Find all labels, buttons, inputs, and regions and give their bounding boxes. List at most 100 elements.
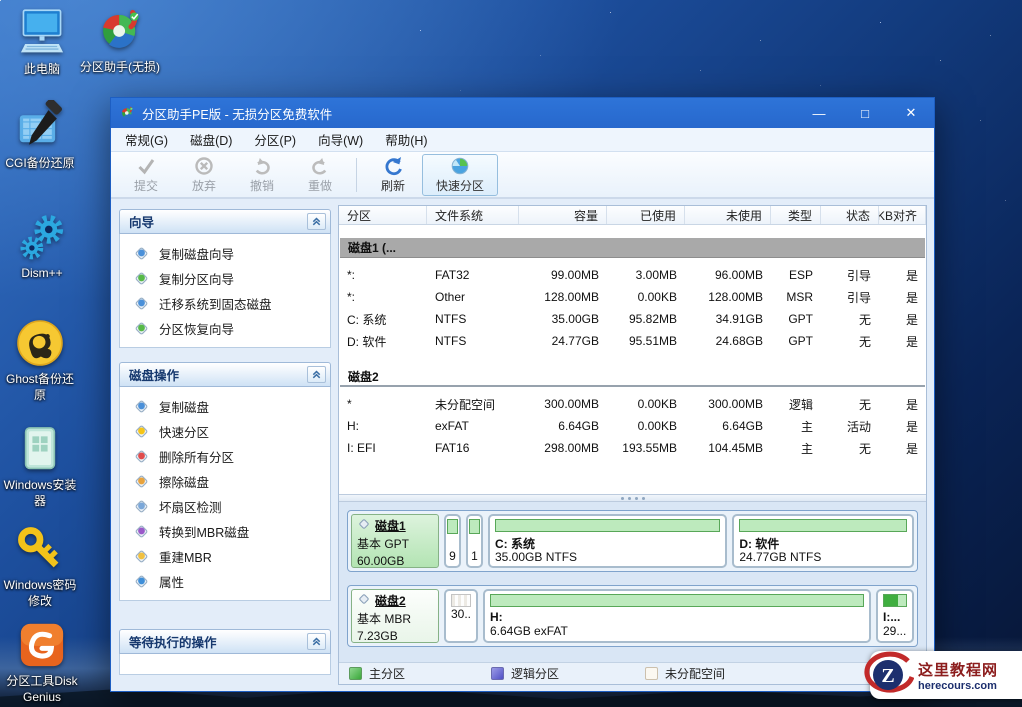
column-header[interactable]: 状态 (821, 206, 879, 224)
pending-operations-list (119, 654, 331, 675)
chevron-up-double-icon[interactable] (307, 213, 326, 230)
column-header[interactable]: 容量 (519, 206, 607, 224)
desktop-shortcut[interactable]: 此电脑 (2, 6, 82, 78)
main-area: 分区文件系统容量已使用未使用类型状态4KB对齐 磁盘1 (... *:FAT329… (338, 205, 927, 685)
disk-group-header[interactable]: 磁盘1 (... (340, 238, 925, 258)
minimize-button[interactable]: — (796, 98, 842, 128)
partition-cell: 24.77GB (519, 334, 607, 348)
menu-item[interactable]: 磁盘(D) (179, 128, 243, 151)
sidebar-item[interactable]: 复制分区向导 (120, 266, 330, 291)
desktop-shortcut-label: Dism++ (21, 266, 62, 282)
cgi-backup-icon (13, 100, 67, 154)
partition-block[interactable]: 1 (466, 514, 483, 568)
column-header[interactable]: 分区 (339, 206, 427, 224)
sidebar-item[interactable]: 分区恢复向导 (120, 316, 330, 341)
sidebar-item-label: 坏扇区检测 (159, 497, 222, 516)
sidebar-item[interactable]: 重建MBR (120, 544, 330, 569)
sidebar-item[interactable]: 复制磁盘向导 (120, 241, 330, 266)
partition-block[interactable]: C: 系统35.00GB NTFS (488, 514, 727, 568)
partition-info: 30... (451, 607, 471, 621)
menu-item[interactable]: 帮助(H) (374, 128, 438, 151)
desktop-shortcut[interactable]: Dism++ (2, 210, 82, 282)
sidebar-panel: 向导复制磁盘向导复制分区向导迁移系统到固态磁盘分区恢复向导 (119, 209, 331, 348)
disk-bus-type: 基本 GPT (357, 536, 433, 553)
partition-row[interactable]: *:FAT3299.00MB3.00MB96.00MBESP引导是 (339, 264, 926, 286)
toolbar-button-quick-partition[interactable]: 快速分区 (422, 154, 498, 196)
desktop-shortcut[interactable]: Ghost备份还原 (0, 316, 80, 403)
sidebar-panel-header[interactable]: 等待执行的操作 (119, 629, 331, 654)
title-bar[interactable]: 分区助手PE版 - 无损分区免费软件 — □ ✕ (111, 98, 934, 128)
partition-row[interactable]: H:exFAT6.64GB0.00KB6.64GB主活动是 (339, 415, 926, 437)
partition-row[interactable]: *:Other128.00MB0.00KB128.00MBMSR引导是 (339, 286, 926, 308)
partition-block[interactable]: 30... (444, 589, 478, 643)
partition-block[interactable]: H:6.64GB exFAT (483, 589, 871, 643)
splitter-handle[interactable] (339, 494, 926, 502)
partition-label: D: 软件 (739, 535, 907, 550)
column-header[interactable]: 类型 (771, 206, 821, 224)
toolbar-button-redo[interactable]: 重做 (291, 154, 349, 196)
menu-item[interactable]: 常规(G) (114, 128, 179, 151)
sidebar-item[interactable]: 快速分区 (120, 419, 330, 444)
sidebar-panel-title: 等待执行的操作 (129, 632, 307, 651)
action-diamond-icon (133, 245, 150, 262)
desktop-shortcut[interactable]: 分区助手(无损) (80, 4, 160, 76)
partition-cell: 是 (879, 333, 926, 350)
close-button[interactable]: ✕ (888, 98, 934, 128)
menu-item[interactable]: 向导(W) (307, 128, 374, 151)
partition-assistant-icon (93, 4, 147, 58)
action-diamond-icon (133, 320, 150, 337)
disk-group-header[interactable]: 磁盘2 (340, 367, 925, 387)
toolbar-button-refresh[interactable]: 刷新 (364, 154, 422, 196)
disk-label[interactable]: 磁盘1基本 GPT60.00GB (351, 514, 439, 568)
sidebar-item[interactable]: 坏扇区检测 (120, 494, 330, 519)
partition-block[interactable]: D: 软件24.77GB NTFS (732, 514, 914, 568)
partition-block[interactable]: I:...29... (876, 589, 914, 643)
desktop-shortcut[interactable]: Windows安装器 (0, 422, 80, 509)
toolbar-button-undo[interactable]: 撤销 (233, 154, 291, 196)
column-header[interactable]: 4KB对齐 (879, 206, 926, 224)
partition-cell: *: (339, 268, 427, 282)
disk-label[interactable]: 磁盘2基本 MBR7.23GB (351, 589, 439, 643)
partition-cell: FAT16 (427, 441, 519, 455)
chevron-up-double-icon[interactable] (307, 633, 326, 650)
action-diamond-icon (133, 573, 150, 590)
desktop-shortcut[interactable]: CGI备份还原 (0, 100, 80, 172)
desktop-shortcut[interactable]: 分区工具DiskGenius (2, 618, 82, 705)
toolbar-button-discard[interactable]: 放弃 (175, 154, 233, 196)
column-header[interactable]: 未使用 (685, 206, 771, 224)
desktop-shortcut-label: Ghost备份还原 (0, 372, 80, 403)
partition-row[interactable]: D: 软件NTFS24.77GB95.51MB24.68GBGPT无是 (339, 330, 926, 352)
column-header[interactable]: 已使用 (607, 206, 685, 224)
partition-assistant-window: 分区助手PE版 - 无损分区免费软件 — □ ✕ 常规(G)磁盘(D)分区(P)… (110, 97, 935, 692)
sidebar-item-label: 复制磁盘 (159, 397, 209, 416)
partition-block[interactable]: 9 (444, 514, 461, 568)
password-key-icon (13, 522, 67, 576)
sidebar-item[interactable]: 迁移系统到固态磁盘 (120, 291, 330, 316)
column-header[interactable]: 文件系统 (427, 206, 519, 224)
partition-cell: 104.45MB (685, 441, 771, 455)
desktop-shortcut-label: 此电脑 (24, 62, 60, 78)
partition-usage-bar (469, 519, 480, 534)
sidebar-item[interactable]: 复制磁盘 (120, 394, 330, 419)
partition-cell: MSR (771, 290, 821, 304)
partition-row[interactable]: *未分配空间300.00MB0.00KB300.00MB逻辑无是 (339, 393, 926, 415)
partition-row[interactable]: C: 系统NTFS35.00GB95.82MB34.91GBGPT无是 (339, 308, 926, 330)
sidebar-item[interactable]: 属性 (120, 569, 330, 594)
disk-name-text: 磁盘1 (375, 518, 406, 535)
sidebar-panel-header[interactable]: 磁盘操作 (119, 362, 331, 387)
sidebar-item[interactable]: 删除所有分区 (120, 444, 330, 469)
partition-usage-bar (447, 519, 458, 534)
chevron-up-double-icon[interactable] (307, 366, 326, 383)
sidebar-item[interactable]: 转换到MBR磁盘 (120, 519, 330, 544)
partition-cell: ESP (771, 268, 821, 282)
sidebar-panel-header[interactable]: 向导 (119, 209, 331, 234)
maximize-button[interactable]: □ (842, 98, 888, 128)
sidebar-item[interactable]: 擦除磁盘 (120, 469, 330, 494)
action-diamond-icon (133, 270, 150, 287)
toolbar-button-commit[interactable]: 提交 (117, 154, 175, 196)
partition-row[interactable]: I: EFIFAT16298.00MB193.55MB104.45MB主无是 (339, 437, 926, 459)
partition-cell: 未分配空间 (427, 396, 519, 413)
partition-usage-bar (739, 519, 907, 532)
menu-item[interactable]: 分区(P) (243, 128, 307, 151)
desktop-shortcut[interactable]: Windows密码修改 (0, 522, 80, 609)
